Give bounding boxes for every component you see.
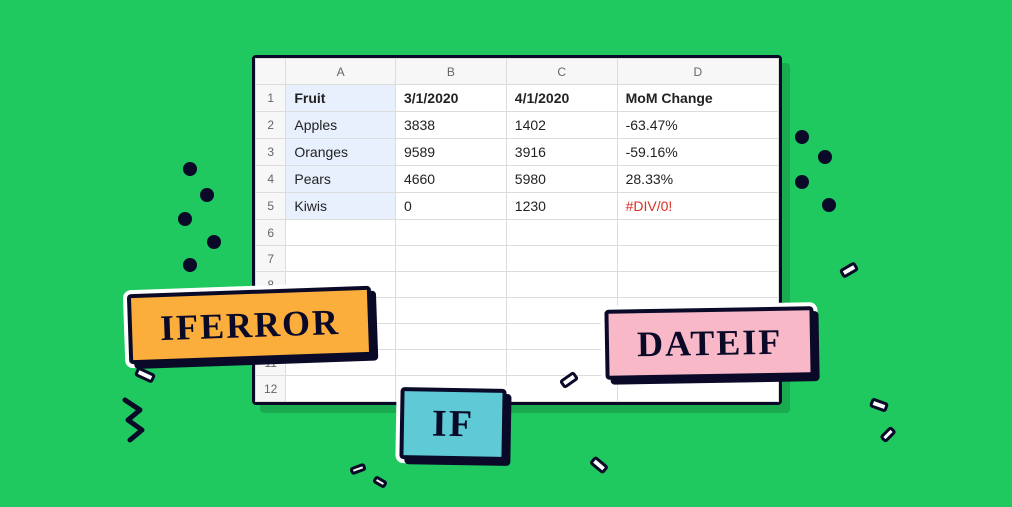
badge-dateif: DATEIF <box>604 306 815 380</box>
decorative-confetti <box>879 426 897 444</box>
cell-a4[interactable]: Pears <box>286 166 396 193</box>
decorative-confetti <box>869 397 889 413</box>
cell-c1[interactable]: 4/1/2020 <box>506 85 617 112</box>
cell-b5[interactable]: 0 <box>395 193 506 220</box>
col-header-d[interactable]: D <box>617 59 778 85</box>
cell[interactable] <box>286 220 396 246</box>
cell-a5[interactable]: Kiwis <box>286 193 396 220</box>
decorative-confetti <box>349 463 367 476</box>
cell[interactable] <box>506 350 617 376</box>
decorative-dot <box>183 162 197 176</box>
cell-b4[interactable]: 4660 <box>395 166 506 193</box>
decorative-dot <box>207 235 221 249</box>
row-header-5[interactable]: 5 <box>256 193 286 220</box>
cell[interactable] <box>286 376 396 402</box>
decorative-dot <box>183 258 197 272</box>
cell[interactable] <box>395 246 506 272</box>
cell[interactable] <box>395 350 506 376</box>
cell[interactable] <box>617 272 778 298</box>
row-header-1[interactable]: 1 <box>256 85 286 112</box>
cell-d3[interactable]: -59.16% <box>617 139 778 166</box>
cell-c4[interactable]: 5980 <box>506 166 617 193</box>
cell[interactable] <box>617 246 778 272</box>
cell-b2[interactable]: 3838 <box>395 112 506 139</box>
cell-c3[interactable]: 3916 <box>506 139 617 166</box>
cell[interactable] <box>617 220 778 246</box>
decorative-dot <box>200 188 214 202</box>
row-header-12[interactable]: 12 <box>256 376 286 402</box>
row-header-6[interactable]: 6 <box>256 220 286 246</box>
cell[interactable] <box>395 298 506 324</box>
col-header-b[interactable]: B <box>395 59 506 85</box>
cell[interactable] <box>506 220 617 246</box>
decorative-confetti <box>134 366 156 384</box>
select-all-corner[interactable] <box>256 59 286 85</box>
cell-b3[interactable]: 9589 <box>395 139 506 166</box>
decorative-confetti <box>372 475 388 489</box>
cell[interactable] <box>395 324 506 350</box>
col-header-c[interactable]: C <box>506 59 617 85</box>
cell-a2[interactable]: Apples <box>286 112 396 139</box>
cell[interactable] <box>506 272 617 298</box>
row-header-4[interactable]: 4 <box>256 166 286 193</box>
cell-d2[interactable]: -63.47% <box>617 112 778 139</box>
cell-c5[interactable]: 1230 <box>506 193 617 220</box>
cell[interactable] <box>506 324 617 350</box>
cell-b1[interactable]: 3/1/2020 <box>395 85 506 112</box>
decorative-zigzag-icon <box>120 395 160 445</box>
badge-if: IF <box>399 387 506 461</box>
decorative-confetti <box>589 455 609 474</box>
cell[interactable] <box>395 272 506 298</box>
decorative-dot <box>178 212 192 226</box>
row-header-3[interactable]: 3 <box>256 139 286 166</box>
cell[interactable] <box>506 246 617 272</box>
row-header-2[interactable]: 2 <box>256 112 286 139</box>
cell-a3[interactable]: Oranges <box>286 139 396 166</box>
row-header-7[interactable]: 7 <box>256 246 286 272</box>
col-header-a[interactable]: A <box>286 59 396 85</box>
badge-iferror: IFERROR <box>127 286 373 364</box>
cell-a1[interactable]: Fruit <box>286 85 396 112</box>
cell[interactable] <box>506 298 617 324</box>
cell[interactable] <box>286 246 396 272</box>
decorative-dot <box>795 130 809 144</box>
decorative-dot <box>795 175 809 189</box>
cell[interactable] <box>617 376 778 402</box>
decorative-confetti <box>839 261 860 279</box>
cell-c2[interactable]: 1402 <box>506 112 617 139</box>
decorative-dot <box>818 150 832 164</box>
cell-d5-error[interactable]: #DIV/0! <box>617 193 778 220</box>
decorative-dot <box>822 198 836 212</box>
cell-d1[interactable]: MoM Change <box>617 85 778 112</box>
cell[interactable] <box>395 220 506 246</box>
cell-d4[interactable]: 28.33% <box>617 166 778 193</box>
